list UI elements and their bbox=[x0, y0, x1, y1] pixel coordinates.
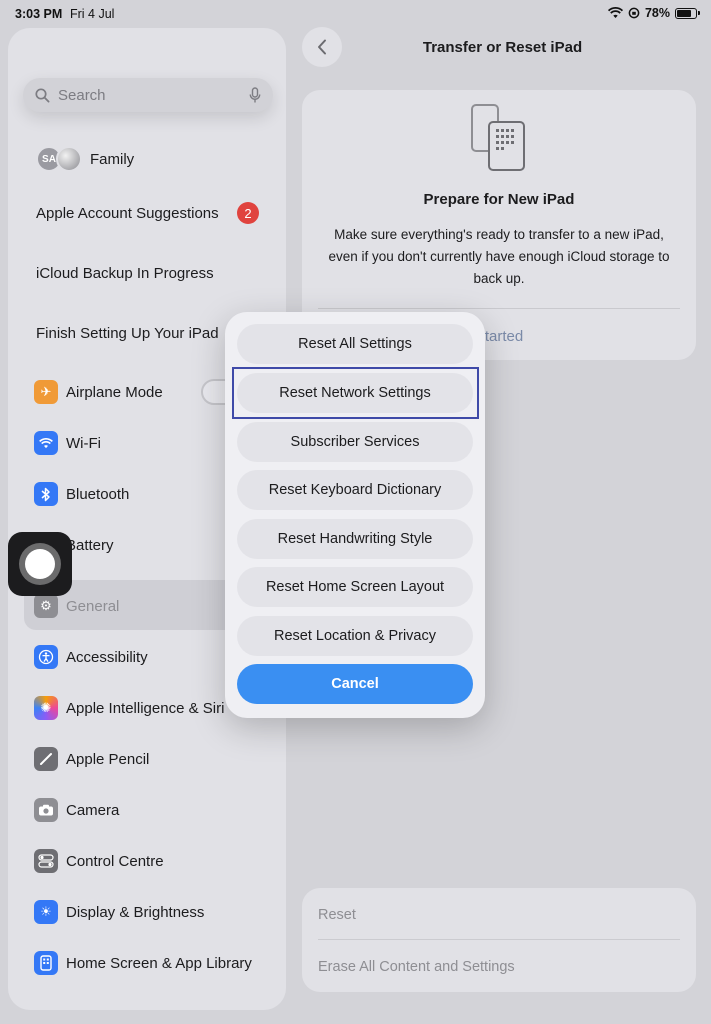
finish-setup-row[interactable]: Finish Setting Up Your iPad bbox=[36, 325, 219, 342]
control-centre-icon bbox=[34, 849, 58, 873]
suggestions-badge: 2 bbox=[237, 202, 259, 224]
highlight-box bbox=[232, 367, 479, 419]
reset-handwriting-style-option[interactable]: Reset Handwriting Style bbox=[237, 519, 473, 559]
sidebar-item-wifi[interactable]: Wi-Fi bbox=[34, 430, 101, 456]
reset-section: Reset Erase All Content and Settings bbox=[302, 888, 696, 992]
icloud-backup-status[interactable]: iCloud Backup In Progress bbox=[36, 265, 214, 282]
sidebar-item-label: Accessibility bbox=[66, 648, 148, 666]
family-avatar bbox=[56, 146, 82, 172]
erase-all-row[interactable]: Erase All Content and Settings bbox=[318, 959, 515, 975]
sidebar-item-home-screen[interactable]: Home Screen & App Library bbox=[34, 950, 252, 976]
sidebar-item-label: Control Centre bbox=[66, 852, 164, 870]
search-icon bbox=[35, 87, 50, 103]
family-row[interactable]: SA Family bbox=[36, 146, 134, 172]
sidebar-item-control-centre[interactable]: Control Centre bbox=[34, 848, 164, 874]
accessibility-icon bbox=[34, 645, 58, 669]
reset-row[interactable]: Reset bbox=[318, 907, 356, 923]
reset-all-settings-option[interactable]: Reset All Settings bbox=[237, 324, 473, 364]
prepare-description: Make sure everything's ready to transfer… bbox=[328, 227, 670, 286]
family-label: Family bbox=[90, 150, 135, 168]
battery-status-icon bbox=[675, 7, 700, 19]
sidebar-item-label: Wi-Fi bbox=[66, 434, 101, 452]
sidebar-item-label: General bbox=[66, 597, 120, 615]
prepare-title: Prepare for New iPad bbox=[423, 191, 575, 208]
sidebar-item-airplane-mode[interactable]: ✈ Airplane Mode bbox=[34, 379, 163, 405]
gear-icon: ⚙ bbox=[34, 594, 58, 618]
home-screen-icon bbox=[34, 951, 58, 975]
status-bar: 3:03 PM Fri 4 Jul 78% bbox=[0, 0, 711, 28]
pencil-icon bbox=[34, 747, 58, 771]
sidebar-item-accessibility[interactable]: Accessibility bbox=[34, 644, 148, 670]
status-time: 3:03 PM bbox=[15, 7, 63, 21]
sidebar-item-label: Camera bbox=[66, 801, 120, 819]
assistive-touch-button[interactable] bbox=[8, 532, 72, 596]
assistive-touch-dot bbox=[25, 549, 55, 579]
page-title: Transfer or Reset iPad bbox=[422, 39, 583, 56]
divider bbox=[318, 939, 680, 940]
battery-percent: 78% bbox=[644, 6, 670, 20]
orientation-lock-icon bbox=[628, 7, 640, 19]
sidebar-item-label: Apple Pencil bbox=[66, 750, 150, 768]
sidebar-item-general[interactable]: ⚙ General bbox=[34, 593, 119, 619]
divider bbox=[318, 308, 680, 309]
sidebar-item-bluetooth[interactable]: Bluetooth bbox=[34, 481, 129, 507]
search-placeholder: Search bbox=[58, 86, 106, 104]
reset-location-privacy-option[interactable]: Reset Location & Privacy bbox=[237, 616, 473, 656]
battery-level bbox=[677, 9, 692, 17]
search-field[interactable]: Search bbox=[23, 78, 273, 112]
reset-keyboard-dictionary-option[interactable]: Reset Keyboard Dictionary bbox=[237, 470, 473, 510]
apple-account-suggestions[interactable]: Apple Account Suggestions bbox=[36, 205, 219, 222]
sidebar-item-label: Apple Intelligence & Siri bbox=[66, 699, 225, 717]
bluetooth-icon bbox=[34, 482, 58, 506]
status-indicators: 78% bbox=[607, 6, 700, 20]
sidebar-item-label: Bluetooth bbox=[66, 485, 130, 503]
wifi-status-icon bbox=[607, 7, 623, 18]
sidebar-item-apple-pencil[interactable]: Apple Pencil bbox=[34, 746, 149, 772]
sidebar-item-label: Home Screen & App Library bbox=[66, 954, 252, 972]
sidebar-item-camera[interactable]: Camera bbox=[34, 797, 119, 823]
status-date: Fri 4 Jul bbox=[70, 7, 115, 21]
sidebar-item-display-brightness[interactable]: ☀ Display & Brightness bbox=[34, 899, 204, 925]
sidebar-item-label: Display & Brightness bbox=[66, 903, 205, 921]
sidebar-item-apple-intelligence[interactable]: ✺ Apple Intelligence & Siri bbox=[34, 695, 224, 721]
ipad-transfer-icon bbox=[471, 104, 525, 171]
brightness-icon: ☀ bbox=[34, 900, 58, 924]
sidebar-item-label: Battery bbox=[66, 536, 114, 554]
microphone-icon[interactable] bbox=[249, 86, 261, 104]
wifi-icon bbox=[34, 431, 58, 455]
airplane-icon: ✈ bbox=[34, 380, 58, 404]
subscriber-services-option[interactable]: Subscriber Services bbox=[237, 422, 473, 462]
cancel-button[interactable]: Cancel bbox=[237, 664, 473, 704]
assistive-touch-ring bbox=[19, 543, 61, 585]
camera-icon bbox=[34, 798, 58, 822]
reset-home-screen-layout-option[interactable]: Reset Home Screen Layout bbox=[237, 567, 473, 607]
siri-icon: ✺ bbox=[34, 696, 58, 720]
sidebar-item-label: Airplane Mode bbox=[66, 383, 163, 401]
